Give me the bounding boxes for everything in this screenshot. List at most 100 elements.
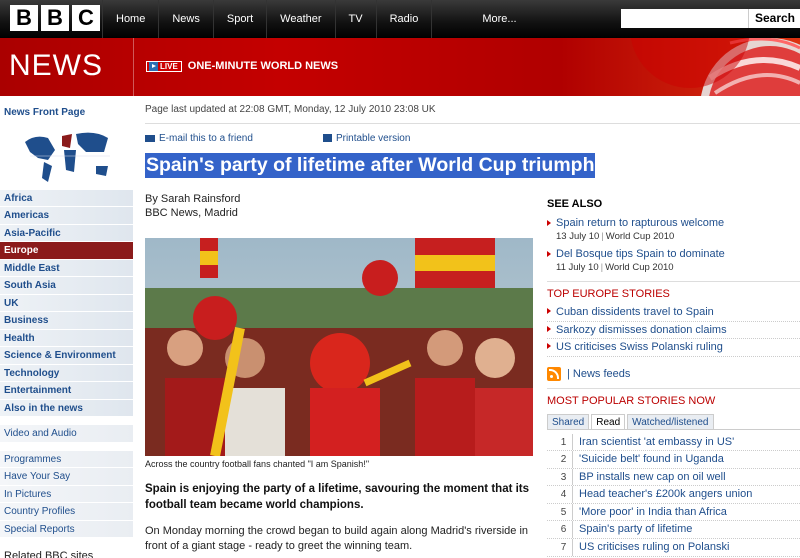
popular-story[interactable]: 2 'Suicide belt' found in Uganda [547, 451, 800, 469]
see-also-section: World Cup 2010 [605, 231, 675, 242]
bbc-logo[interactable]: B B C [10, 5, 100, 31]
search-button[interactable]: Search [748, 9, 800, 28]
bullet-arrow-icon [547, 325, 551, 332]
nav-video-audio[interactable]: Video and Audio [0, 425, 133, 443]
see-also-heading: SEE ALSO [547, 198, 603, 210]
nav-sport[interactable]: Sport [212, 0, 266, 38]
tab-shared[interactable]: Shared [547, 413, 590, 429]
print-link[interactable]: Printable version [322, 132, 411, 144]
nav-region-south-asia[interactable]: South Asia [0, 277, 133, 295]
see-also-link[interactable]: Del Bosque tips Spain to dominate [556, 247, 800, 261]
popular-tabs: Shared Read Watched/listened [547, 413, 800, 430]
see-also-item[interactable]: Del Bosque tips Spain to dominate 11 Jul… [547, 247, 800, 274]
nav-region-asia-pacific[interactable]: Asia-Pacific [0, 224, 133, 242]
live-news-link[interactable]: LIVE ONE-MINUTE WORLD NEWS [146, 60, 338, 72]
nav-health[interactable]: Health [0, 329, 133, 347]
see-also-section: World Cup 2010 [605, 262, 674, 273]
nav-technology[interactable]: Technology [0, 364, 133, 382]
see-also-date: 11 July 10 [556, 262, 599, 273]
popular-story[interactable]: 1 Iran scientist 'at embassy in US' [547, 433, 800, 452]
byline: By Sarah Rainsford BBC News, Madrid [145, 192, 535, 220]
divider [547, 281, 800, 282]
search-box: Search [621, 9, 800, 28]
rank-number: 6 [555, 521, 573, 539]
bullet-arrow-icon [547, 220, 551, 226]
byline-author: By Sarah Rainsford [145, 193, 241, 205]
email-link[interactable]: E-mail this to a friend [145, 133, 253, 144]
nav-home[interactable]: Home [102, 0, 158, 38]
see-also-meta: 11 July 10 | World Cup 2010 [556, 262, 674, 273]
byline-source: BBC News, Madrid [145, 207, 238, 219]
related-sites-heading: Related BBC sites [4, 550, 94, 558]
nav-country-profiles[interactable]: Country Profiles [0, 503, 133, 521]
top-story-link[interactable]: Sarkozy dismisses donation claims [547, 322, 800, 339]
nav-have-your-say[interactable]: Have Your Say [0, 468, 133, 486]
tab-read[interactable]: Read [591, 413, 626, 429]
tab-watched-listened[interactable]: Watched/listened [627, 413, 714, 429]
news-masthead[interactable]: NEWS [9, 49, 103, 83]
popular-story-link[interactable]: Spain's party of lifetime [579, 521, 692, 538]
nav-tv[interactable]: TV [334, 0, 376, 38]
nav-programmes[interactable]: Programmes [0, 450, 133, 468]
headline: Spain's party of lifetime after World Cu… [145, 153, 596, 178]
news-banner: NEWS LIVE ONE-MINUTE WORLD NEWS [0, 38, 800, 96]
popular-story-link[interactable]: 'More poor' in India than Africa [579, 504, 727, 521]
top-story-title: US criticises Swiss Polanski ruling [556, 341, 723, 353]
top-story-link[interactable]: Cuban dissidents travel to Spain [547, 304, 800, 322]
see-also-date: 13 July 10 [556, 231, 600, 242]
logo-letter: C [72, 5, 100, 31]
nav-region-uk[interactable]: UK [0, 294, 133, 312]
popular-story-link[interactable]: Iran scientist 'at embassy in US' [579, 434, 734, 451]
popular-story[interactable]: 6 Spain's party of lifetime [547, 521, 800, 540]
nav-also-in-the-news[interactable]: Also in the news [0, 399, 133, 417]
popular-story[interactable]: 3 BP installs new cap on oil well [547, 468, 800, 487]
nav-region-europe[interactable]: Europe [0, 242, 133, 260]
world-map-icon[interactable] [0, 122, 133, 190]
printer-icon [322, 134, 332, 142]
nav-more[interactable]: More... [431, 0, 529, 38]
nav-region-africa[interactable]: Africa [0, 189, 133, 207]
nav-weather[interactable]: Weather [266, 0, 334, 38]
popular-story[interactable]: 7 US criticises ruling on Polanski [547, 539, 800, 557]
top-story-title: Cuban dissidents travel to Spain [556, 306, 714, 318]
top-stories-heading: TOP EUROPE STORIES [547, 288, 670, 300]
rank-number: 7 [555, 539, 573, 556]
nav-business[interactable]: Business [0, 312, 133, 330]
nav-region-middle-east[interactable]: Middle East [0, 259, 133, 277]
logo-letter: B [41, 5, 69, 31]
live-label: LIVE [160, 61, 178, 71]
nav-science-environment[interactable]: Science & Environment [0, 347, 133, 365]
top-story-title: Sarkozy dismisses donation claims [556, 323, 727, 336]
see-also-link[interactable]: Spain return to rapturous welcome [556, 216, 800, 230]
nav-in-pictures[interactable]: In Pictures [0, 485, 133, 503]
popular-story-link[interactable]: Head teacher's £200k angers union [579, 486, 752, 503]
body-paragraph: On Monday morning the crowd began to bui… [145, 525, 529, 552]
bullet-arrow-icon [547, 251, 551, 257]
popular-story-link[interactable]: US criticises ruling on Polanski [579, 539, 729, 556]
popular-story[interactable]: 5 'More poor' in India than Africa [547, 503, 800, 522]
nav-entertainment[interactable]: Entertainment [0, 382, 133, 400]
rss-icon [547, 366, 561, 381]
nav-front-page[interactable]: News Front Page [0, 104, 133, 122]
nav-special-reports[interactable]: Special Reports [0, 520, 133, 538]
popular-story-link[interactable]: 'Suicide belt' found in Uganda [579, 451, 724, 468]
news-feeds-link[interactable]: | News feeds [547, 366, 800, 381]
search-input[interactable] [621, 9, 748, 28]
rank-number: 2 [555, 451, 573, 468]
photo-caption: Across the country football fans chanted… [145, 459, 370, 469]
rank-number: 5 [555, 503, 573, 521]
nav-news[interactable]: News [158, 0, 213, 38]
popular-story[interactable]: 4 Head teacher's £200k angers union [547, 486, 800, 504]
divider [145, 123, 800, 124]
envelope-icon [145, 134, 155, 142]
nav-region-americas[interactable]: Americas [0, 207, 133, 225]
email-label: E-mail this to a friend [159, 132, 253, 144]
intro-paragraph: Spain is enjoying the party of a lifetim… [145, 483, 530, 511]
see-also-item[interactable]: Spain return to rapturous welcome 13 Jul… [547, 216, 800, 243]
top-story-link[interactable]: US criticises Swiss Polanski ruling [547, 339, 800, 357]
nav-radio[interactable]: Radio [375, 0, 432, 38]
logo-letter: B [10, 5, 38, 31]
popular-story-link[interactable]: BP installs new cap on oil well [579, 469, 726, 486]
play-icon [149, 61, 158, 71]
print-label: Printable version [335, 132, 411, 144]
